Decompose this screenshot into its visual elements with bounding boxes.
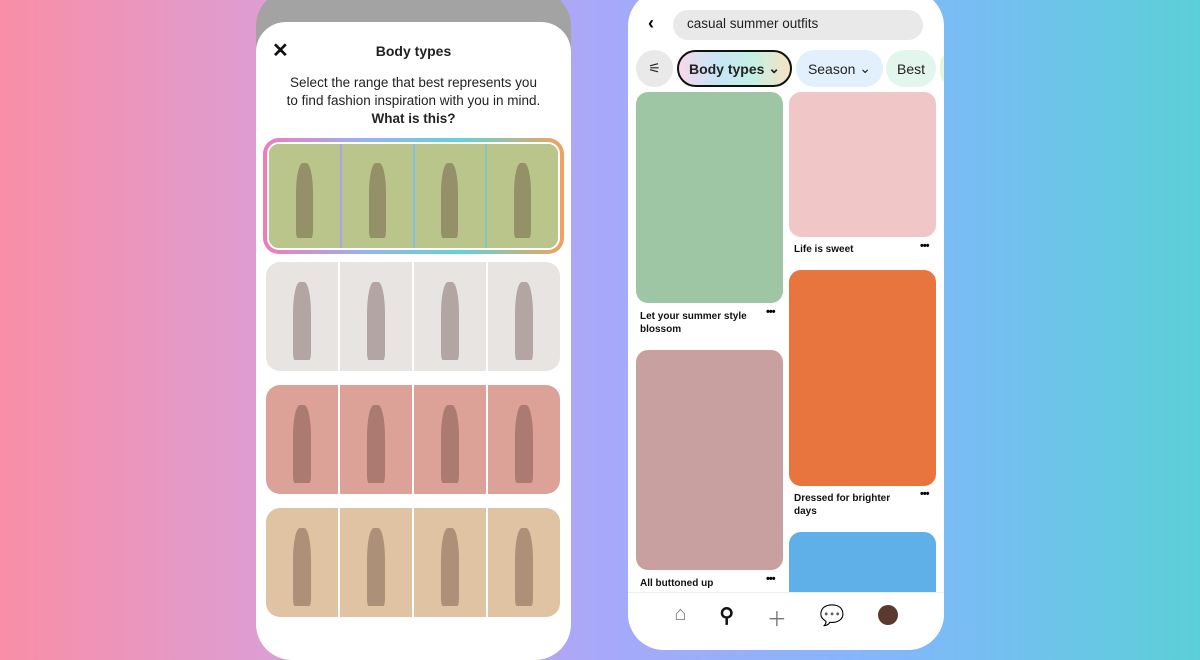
chat-icon[interactable]: 💬 [820,603,845,650]
model-photo [266,385,338,494]
body-types-sheet: ✕ Body types Select the range that best … [256,22,571,660]
filter-icon[interactable]: ⚟ [636,50,673,87]
chip-season[interactable]: Season ⌄ [796,50,883,87]
model-photo [340,508,412,617]
sheet-title: Body types [375,43,452,59]
model-photo [488,508,560,617]
description-text: Select the range that best represents yo… [286,75,541,108]
model-photo [340,385,412,494]
body-type-option-1[interactable] [263,138,564,254]
model-photo [340,262,412,371]
sheet-description: Select the range that best represents yo… [286,74,541,128]
model-photo [414,144,486,248]
pin-caption: Life is sweet [794,244,854,255]
search-icon[interactable]: ⚲ [719,603,734,650]
model-photo [341,144,413,248]
chip-label: Season [807,60,856,77]
back-icon[interactable]: ‹ [648,13,654,34]
chip-more[interactable] [940,50,944,87]
more-icon[interactable]: ••• [920,488,930,500]
model-photo [266,262,338,371]
model-photo [269,144,340,248]
home-icon[interactable]: ⌂ [674,603,686,650]
model-photo [488,385,560,494]
body-type-option-4[interactable] [266,508,560,617]
chip-best[interactable]: Best [886,50,936,87]
body-types-phone: ✕ Body types Select the range that best … [256,0,571,660]
bottom-nav: ⌂ ⚲ ＋ 💬 [628,592,944,650]
search-input[interactable]: casual summer outfits [673,10,923,40]
search-results-phone: ‹ casual summer outfits ⚟ Body types ⌄ S… [628,0,944,650]
model-photo [487,144,558,248]
profile-avatar[interactable] [877,605,898,625]
body-type-option-2[interactable] [266,262,560,371]
model-photo [414,385,486,494]
chip-label: Best [896,60,925,77]
pin-image[interactable] [636,92,783,303]
what-is-this-link[interactable]: What is this? [372,111,456,126]
model-photo [488,262,560,371]
body-type-option-3[interactable] [266,385,560,494]
more-icon[interactable]: ••• [920,240,930,252]
more-icon[interactable]: ••• [766,306,776,318]
chip-label: Body types [688,60,765,77]
model-photo [266,508,338,617]
pin-caption: Dressed for brighter days [794,493,891,517]
pin-image[interactable] [789,92,936,237]
plus-icon[interactable]: ＋ [767,603,787,650]
model-photo [414,508,486,617]
pin-caption: Let your summer style blossom [640,311,747,335]
pin-image[interactable] [636,350,783,570]
pin-caption: All buttoned up [640,578,714,589]
more-icon[interactable]: ••• [766,573,776,585]
pin-image[interactable] [789,270,936,486]
chip-body-types[interactable]: Body types ⌄ [677,50,792,87]
model-photo [414,262,486,371]
